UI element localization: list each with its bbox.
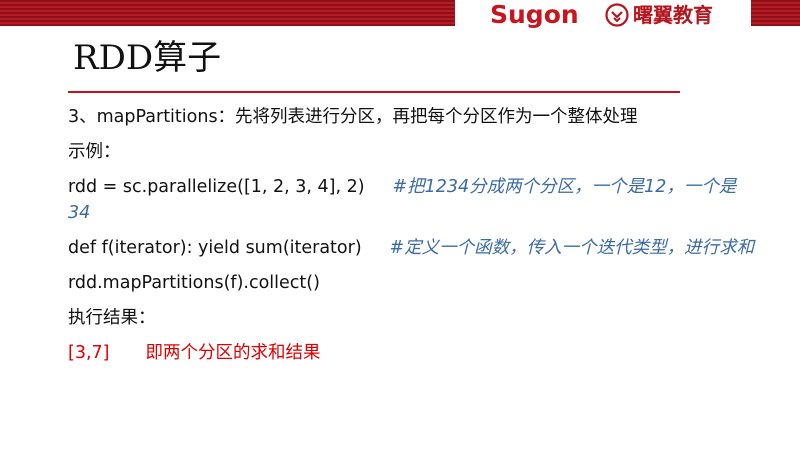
result-explanation: 即两个分区的求和结果 [145, 343, 321, 363]
slide-body: 3、mapPartitions：先将列表进行分区，再把每个分区作为一个整体处理 … [68, 104, 758, 366]
slide-title: RDD算子 [73, 38, 222, 78]
description-line: 3、mapPartitions：先将列表进行分区，再把每个分区作为一个整体处理 [68, 107, 638, 127]
sugon-logo: Sugon [490, 0, 579, 29]
result-line: [3,7] 即两个分区的求和结果 [68, 340, 758, 366]
result-value: [3,7] [68, 343, 110, 363]
title-underline [68, 91, 680, 93]
code-comment: #定义一个函数，传入一个迭代类型，进行求和 [389, 238, 755, 258]
brand-logo-area: Sugon 曙翼教育 [455, 0, 751, 30]
code-line-collect: rdd.mapPartitions(f).collect() [68, 273, 320, 293]
result-label: 执行结果： [68, 308, 156, 328]
code-line-function: def f(iterator): yield sum(iterator) #定义… [68, 235, 758, 261]
brand-chinese-name: 曙翼教育 [633, 3, 713, 27]
example-label: 示例： [68, 142, 121, 162]
code-line-parallelize: rdd = sc.parallelize([1, 2, 3, 4], 2) #把… [68, 174, 758, 226]
code-text: def f(iterator): yield sum(iterator) [68, 238, 362, 258]
code-text: rdd = sc.parallelize([1, 2, 3, 4], 2) [68, 177, 365, 197]
brand-emblem-icon [605, 3, 629, 27]
